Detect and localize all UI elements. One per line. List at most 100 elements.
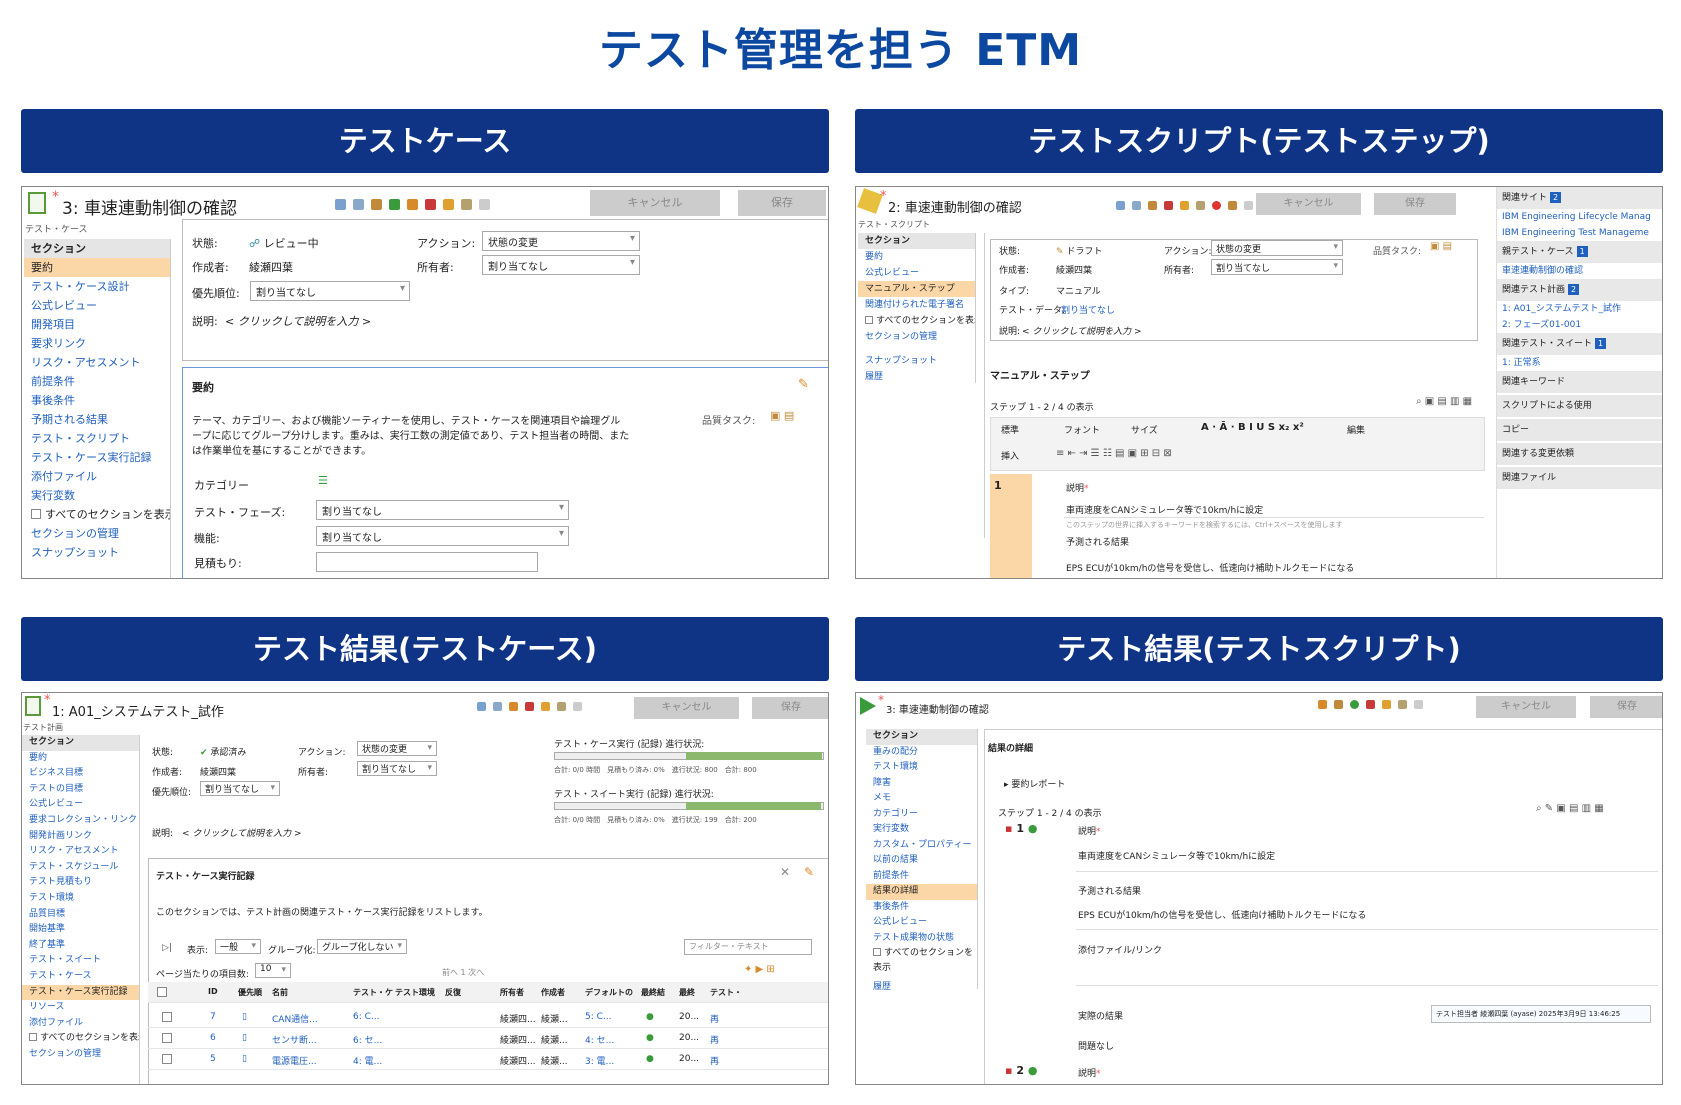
rerun-icon[interactable] <box>1350 700 1359 709</box>
section-item[interactable]: テスト・ケース実行記録 <box>22 984 139 1001</box>
link-icon[interactable] <box>1148 200 1157 210</box>
summary-report[interactable]: ▸ 要約レポート <box>1004 777 1065 790</box>
row-checkbox[interactable] <box>162 1033 172 1043</box>
section-item[interactable]: 要約 <box>22 751 139 767</box>
action-select[interactable]: 状態の変更 <box>482 231 640 251</box>
clipboard-icon[interactable] <box>1196 200 1205 210</box>
cell-id[interactable]: 7 <box>210 1012 216 1022</box>
record-icon[interactable] <box>1212 200 1221 210</box>
section-item[interactable]: 品質目標 <box>22 907 139 923</box>
edit-menu[interactable]: 編集 <box>1347 423 1365 436</box>
priority-select[interactable]: 割り当てなし <box>250 281 410 301</box>
function-select[interactable]: 割り当てなし <box>316 526 569 546</box>
owner-select[interactable]: 割り当てなし <box>482 255 640 275</box>
manage-sections-link[interactable]: セクションの管理 <box>22 1047 139 1063</box>
section-item[interactable]: 要求コレクション・リンク <box>22 813 139 829</box>
section-item[interactable]: テスト・ケース <box>22 969 139 985</box>
lock-icon[interactable] <box>407 198 418 210</box>
view-icons[interactable]: ⌕ ✎ ▣ ▤ ▥ ▦ <box>1536 803 1604 814</box>
manage-sections-link[interactable]: セクションの管理 <box>858 329 975 345</box>
section-item[interactable]: マニュアル・ステップ <box>858 281 975 297</box>
related-sites[interactable]: 関連サイト 2 <box>1497 187 1662 209</box>
col-id[interactable]: ID <box>208 987 218 996</box>
col-test[interactable]: テスト・ <box>710 987 742 998</box>
show-all-sections[interactable]: すべてのセクションを表示 <box>24 505 170 524</box>
col-priority[interactable]: 優先順 <box>238 987 262 998</box>
cell-id[interactable]: 5 <box>210 1054 216 1064</box>
description-value[interactable]: < クリックして説明を入力 > <box>182 826 302 839</box>
section-item[interactable]: テスト見積もり <box>22 875 139 891</box>
col-owner[interactable]: 所有者 <box>500 987 524 998</box>
col-last-result[interactable]: 最終結 <box>641 987 665 998</box>
tag-icon[interactable] <box>541 702 550 711</box>
clipboard-icon[interactable] <box>461 198 472 210</box>
section-item[interactable]: 事後条件 <box>866 900 977 916</box>
link-icon[interactable] <box>371 198 382 210</box>
section-item[interactable]: 障害 <box>866 776 977 792</box>
insert-menu[interactable]: 挿入 <box>1001 449 1019 462</box>
col-iteration[interactable]: 反復 <box>445 987 461 998</box>
section-item[interactable]: テスト環境 <box>866 760 977 776</box>
related-link[interactable]: IBM Engineering Test Manageme <box>1497 225 1662 241</box>
section-item[interactable]: 公式レビュー <box>866 915 977 931</box>
used-by-scripts[interactable]: スクリプトによる使用 <box>1497 395 1662 417</box>
grid-action-icons[interactable]: ✦ ▶ ⊞ <box>744 964 775 975</box>
snapshot-link[interactable]: スナップショット <box>858 353 975 369</box>
section-item[interactable]: テスト・スケジュール <box>22 860 139 876</box>
print-icon[interactable] <box>1414 700 1423 709</box>
clipboard-icon[interactable] <box>557 702 566 711</box>
section-item[interactable]: 結果の詳細 <box>866 884 977 900</box>
collapse-icon[interactable]: ▷| <box>162 943 172 953</box>
section-item[interactable]: カテゴリー <box>866 807 977 823</box>
cell-test-case[interactable]: 4: 電... <box>353 1054 382 1067</box>
export-icon[interactable] <box>1382 700 1391 709</box>
related-link[interactable]: 1: A01_システムテスト_試作 <box>1497 301 1662 317</box>
col-test-case[interactable]: テスト・ケ <box>353 987 393 998</box>
run-icon[interactable] <box>389 198 400 210</box>
tag-icon[interactable] <box>443 198 454 210</box>
section-item[interactable]: テスト成果物の状態 <box>866 931 977 947</box>
save-button[interactable]: 保存 <box>1374 193 1456 215</box>
section-item[interactable]: テスト・スイート <box>22 953 139 969</box>
col-creator[interactable]: 作成者 <box>541 987 565 998</box>
section-item[interactable]: カスタム・プロパティー <box>866 838 977 854</box>
clipboard-icon[interactable] <box>1398 700 1407 709</box>
section-item[interactable]: テスト・ケース実行記録 <box>24 448 170 467</box>
view-select[interactable]: 一般 <box>215 939 261 954</box>
pdf-icon[interactable] <box>525 702 534 711</box>
cell-id[interactable]: 6 <box>210 1033 216 1043</box>
section-item[interactable]: 公式レビュー <box>24 296 170 315</box>
section-item[interactable]: 要約 <box>24 258 170 277</box>
section-item[interactable]: 事後条件 <box>24 391 170 410</box>
cancel-button[interactable]: キャンセル <box>1256 193 1361 215</box>
pager[interactable]: 前へ 1 次へ <box>442 967 484 978</box>
section-item[interactable]: 開発項目 <box>24 315 170 334</box>
section-item[interactable]: 要求リンク <box>24 334 170 353</box>
section-item[interactable]: 前提条件 <box>866 869 977 885</box>
row-checkbox[interactable] <box>162 1054 172 1064</box>
section-item[interactable]: ビジネス目標 <box>22 766 139 782</box>
col-environment[interactable]: テスト環境 <box>395 987 435 998</box>
testdata-value[interactable]: 割り当てなし <box>1061 303 1115 316</box>
cancel-button[interactable]: キャンセル <box>590 190 720 216</box>
related-change-requests[interactable]: 関連する変更依頼 <box>1497 443 1662 465</box>
history-link[interactable]: 履歴 <box>866 980 977 996</box>
action-select[interactable]: 状態の変更 <box>357 741 437 756</box>
cell-test[interactable]: 再 <box>710 1012 719 1025</box>
cell-test[interactable]: 再 <box>710 1054 719 1067</box>
section-item[interactable]: テスト・ケース設計 <box>24 277 170 296</box>
related-link[interactable]: 1: 正常系 <box>1497 355 1662 371</box>
table-row[interactable]: 7 ▯ CAN通信... 6: C... 綾瀬四... 綾瀬... 5: C..… <box>148 1007 828 1028</box>
show-all-sections[interactable]: すべてのセクションを表示 <box>858 313 975 329</box>
edit-icon[interactable]: ✎ <box>804 865 814 879</box>
save-button[interactable]: 保存 <box>1590 696 1662 718</box>
save-button[interactable]: 保存 <box>738 190 826 216</box>
select-all-checkbox[interactable] <box>157 987 167 997</box>
show-all-sections[interactable]: すべてのセクションを表示 <box>22 1031 139 1047</box>
section-item[interactable]: リスク・アセスメント <box>24 353 170 372</box>
snapshot-link[interactable]: スナップショット <box>24 543 170 562</box>
print-icon[interactable] <box>573 702 582 711</box>
cell-test-case[interactable]: 6: セ... <box>353 1033 382 1046</box>
style-select[interactable]: 標準 <box>1001 423 1019 436</box>
edit-icon[interactable]: ✎ <box>798 377 809 392</box>
